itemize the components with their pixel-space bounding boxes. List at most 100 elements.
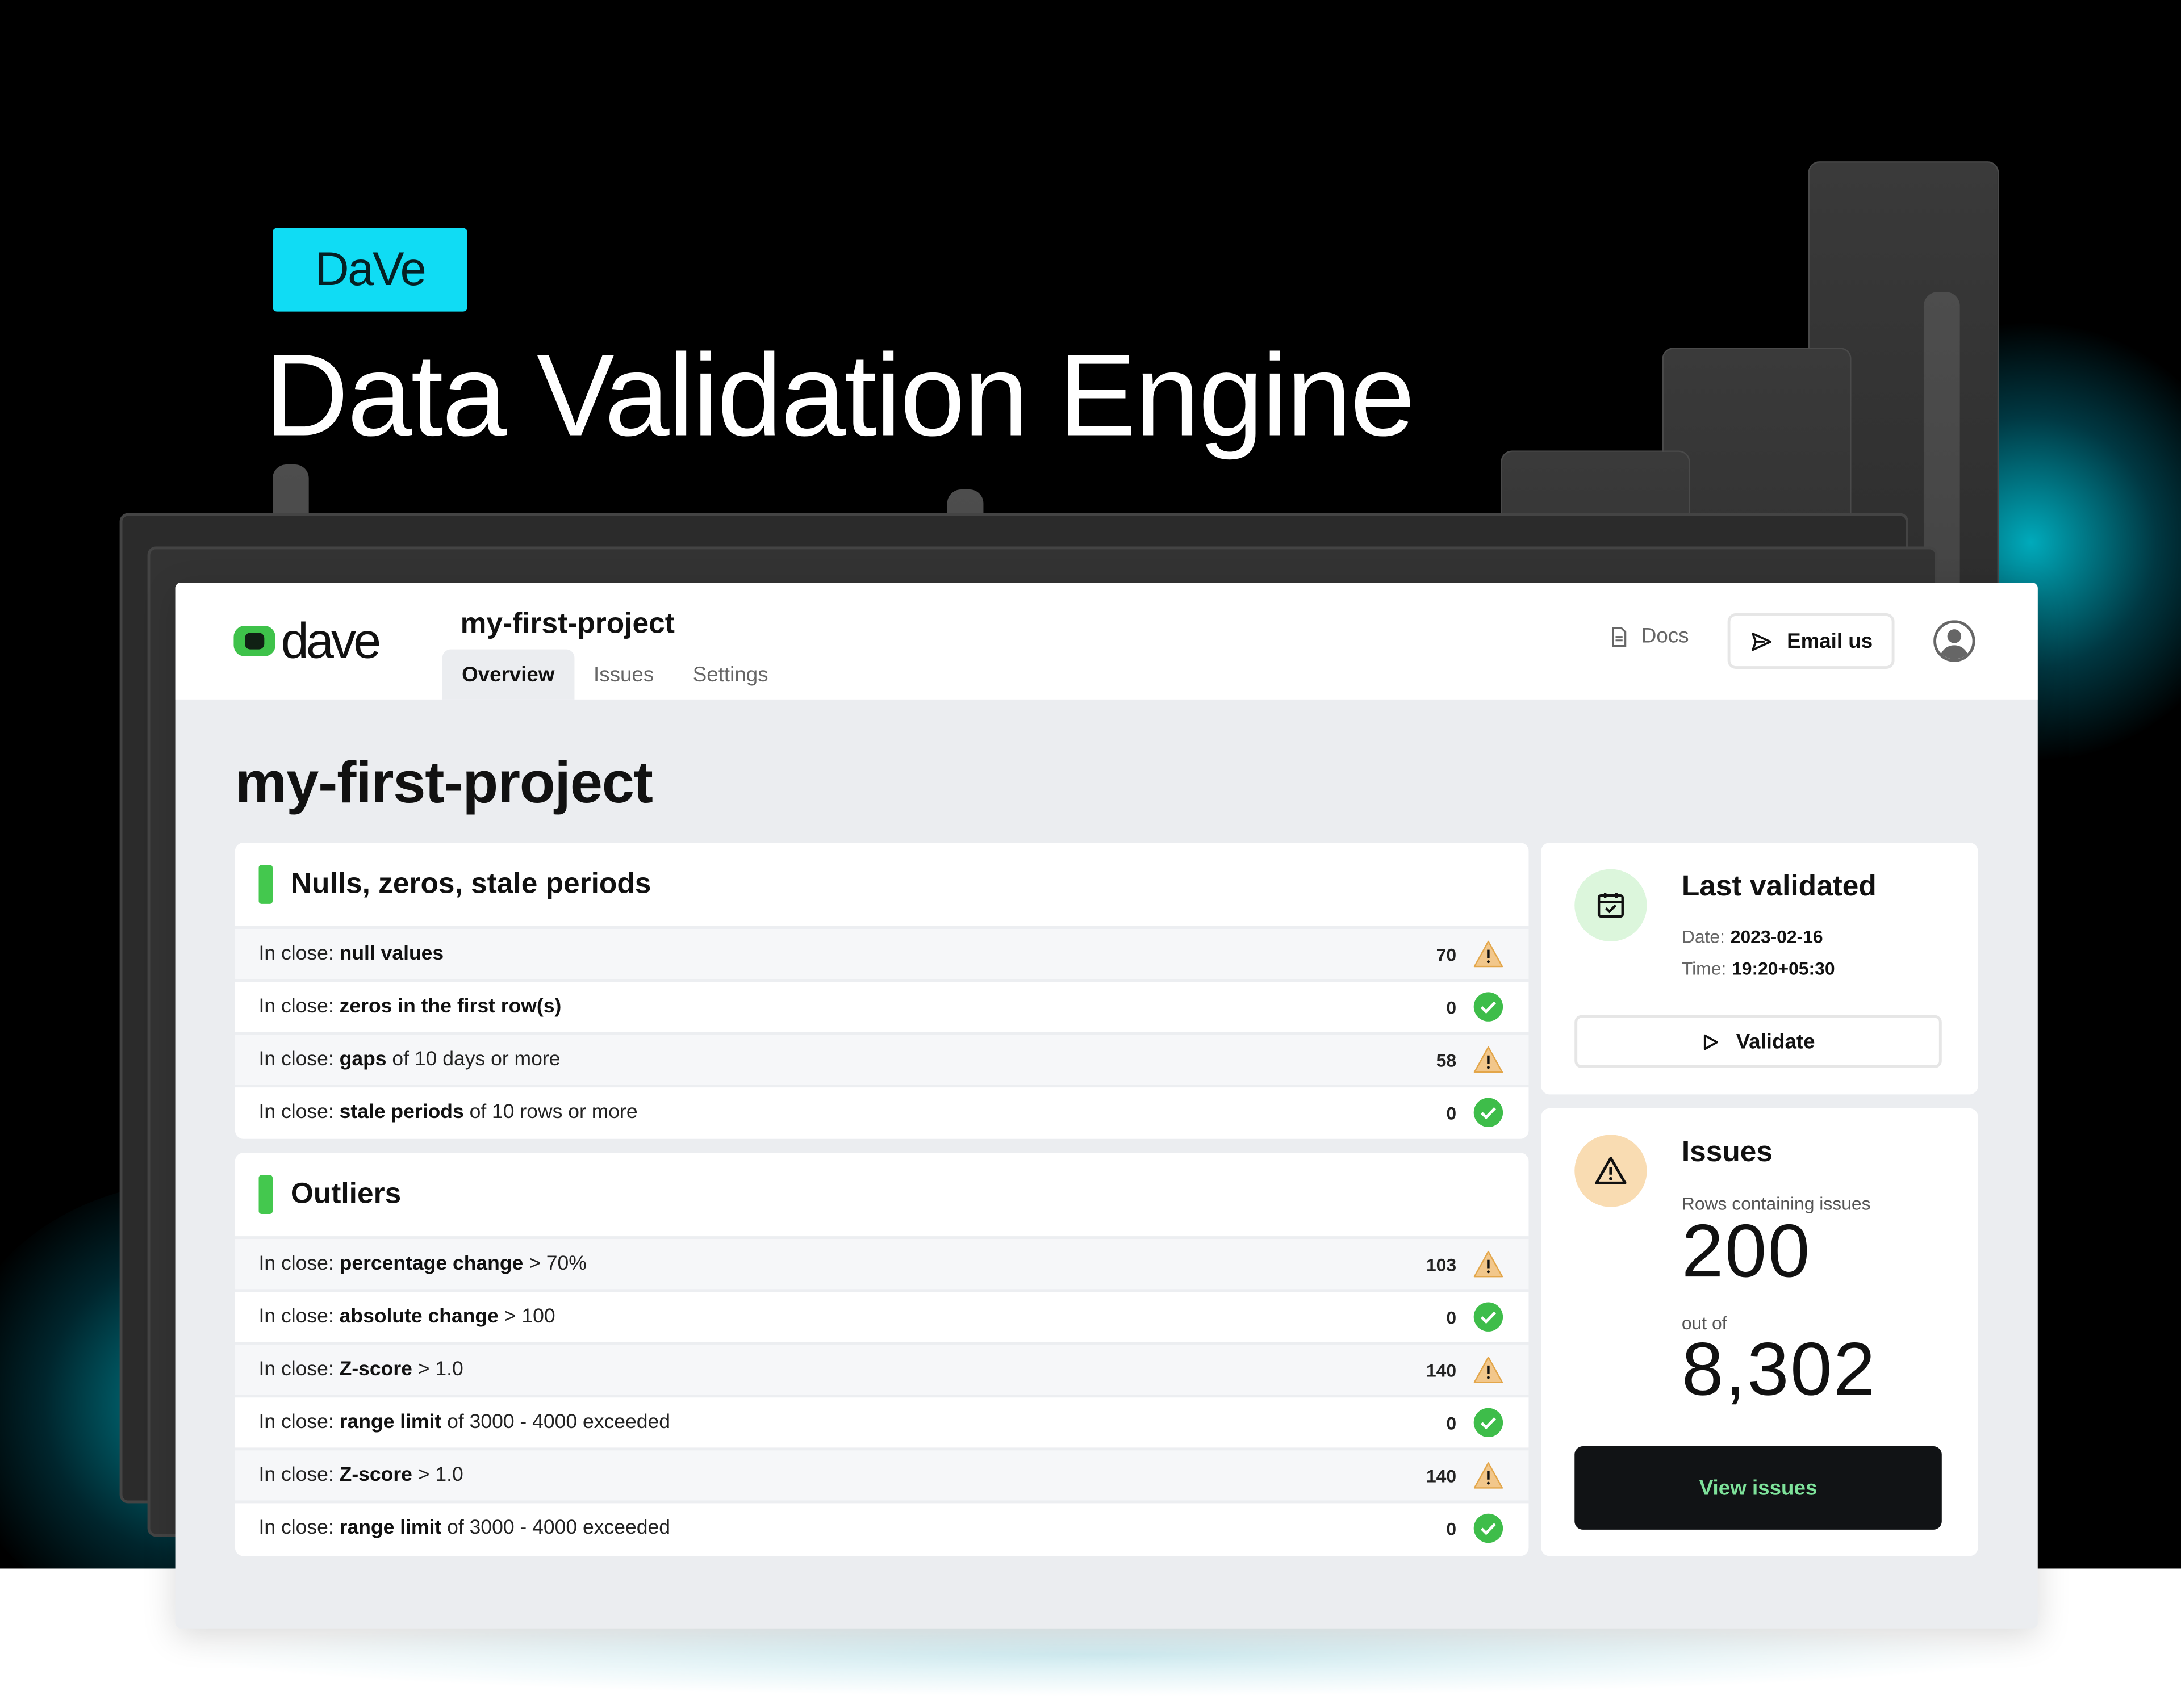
- issues-summary-card: Issues Rows containing issues 200 out of…: [1541, 1108, 1978, 1556]
- validate-button[interactable]: Validate: [1574, 1015, 1942, 1068]
- check-criteria: > 70%: [529, 1253, 587, 1275]
- app-window: dave my-first-project Overview Issues Se…: [175, 583, 2038, 1629]
- time-label: Time:: [1681, 958, 1727, 979]
- view-issues-button[interactable]: View issues: [1574, 1446, 1942, 1530]
- check-description: In close: Z-score > 1.0: [259, 1359, 1426, 1381]
- validated-date: Date: 2023-02-16: [1682, 926, 1823, 947]
- issue-count: 58: [1436, 1049, 1457, 1070]
- card-header: Nulls, zeros, stale periods: [235, 843, 1529, 926]
- validate-label: Validate: [1736, 1029, 1815, 1054]
- email-us-label: Email us: [1787, 629, 1873, 653]
- check-name: stale periods: [339, 1101, 464, 1124]
- send-icon: [1751, 631, 1771, 651]
- section-indicator: [258, 1175, 273, 1214]
- total-rows-count: 8,302: [1681, 1328, 1877, 1412]
- check-criteria: > 1.0: [417, 1358, 463, 1381]
- tab-issues[interactable]: Issues: [574, 650, 674, 700]
- calendar-check-icon: [1574, 869, 1647, 941]
- check-criteria: > 100: [504, 1305, 555, 1328]
- tab-settings[interactable]: Settings: [674, 650, 788, 700]
- check-name: null values: [339, 943, 444, 965]
- check-name: zeros in the first row(s): [339, 995, 562, 1018]
- logo-wordmark: dave: [281, 612, 382, 669]
- check-list: In close: null values 70 In close: zeros …: [235, 926, 1529, 1137]
- robot-logo-icon: [233, 626, 275, 656]
- check-criteria: of 10 rows or more: [469, 1101, 638, 1124]
- warning-triangle-icon: [1595, 1157, 1627, 1184]
- check-row[interactable]: In close: Z-score > 1.0 140: [235, 1447, 1529, 1501]
- check-description: In close: percentage change > 70%: [259, 1253, 1426, 1275]
- check-circle-icon: [1473, 1098, 1503, 1127]
- last-validated-card: Last validated Date: 2023-02-16 Time: 19:2…: [1541, 843, 1978, 1095]
- column-prefix: In close:: [258, 1048, 334, 1071]
- user-avatar-icon[interactable]: [1933, 620, 1975, 662]
- check-circle-icon: [1473, 1302, 1503, 1332]
- check-criteria: of 3000 - 4000 exceeded: [447, 1411, 670, 1434]
- column-prefix: In close:: [258, 1253, 334, 1275]
- email-us-button[interactable]: Email us: [1727, 613, 1895, 669]
- issue-count: 140: [1426, 1465, 1457, 1486]
- warning-icon: [1473, 1462, 1503, 1489]
- check-row[interactable]: In close: zeros in the first row(s) 0: [235, 979, 1529, 1032]
- warning-triangle-icon: [1574, 1135, 1647, 1207]
- check-criteria: of 10 days or more: [392, 1048, 561, 1071]
- check-description: In close: range limit of 3000 - 4000 exc…: [259, 1412, 1447, 1434]
- docs-label: Docs: [1641, 624, 1689, 648]
- warning-icon: [1473, 1356, 1503, 1383]
- issue-count: 0: [1446, 1102, 1457, 1123]
- issue-count: 0: [1446, 1306, 1457, 1328]
- last-validated-title: Last validated: [1681, 870, 1877, 903]
- docs-link[interactable]: Docs: [1608, 625, 1689, 648]
- check-row[interactable]: In close: gaps of 10 days or more 58: [235, 1032, 1529, 1085]
- check-row[interactable]: In close: null values 70: [235, 926, 1529, 979]
- dave-logo[interactable]: dave: [233, 612, 382, 669]
- hero-title: Data Validation Engine: [264, 329, 1415, 461]
- column-prefix: In close:: [258, 1358, 334, 1381]
- column-prefix: In close:: [258, 995, 334, 1018]
- check-row[interactable]: In close: range limit of 3000 - 4000 exc…: [235, 1395, 1529, 1447]
- page-title: my-first-project: [235, 750, 653, 815]
- issue-count: 0: [1446, 1518, 1457, 1539]
- check-circle-icon: [1473, 1513, 1503, 1543]
- issue-count: 103: [1426, 1253, 1457, 1275]
- check-name: range limit: [339, 1517, 442, 1540]
- check-name: Z-score: [339, 1464, 412, 1487]
- column-prefix: In close:: [258, 943, 334, 965]
- warning-icon: [1473, 1250, 1503, 1278]
- check-row[interactable]: In close: stale periods of 10 rows or mo…: [235, 1085, 1529, 1137]
- check-name: percentage change: [339, 1253, 524, 1275]
- document-icon: [1612, 626, 1627, 646]
- issue-count: 70: [1436, 943, 1457, 965]
- check-row[interactable]: In close: absolute change > 100 0: [235, 1289, 1529, 1342]
- check-description: In close: null values: [259, 943, 1436, 965]
- check-description: In close: stale periods of 10 rows or mo…: [259, 1102, 1447, 1124]
- date-label: Date:: [1681, 926, 1725, 947]
- issue-count: 140: [1426, 1359, 1457, 1380]
- issues-title: Issues: [1681, 1136, 1773, 1169]
- project-name: my-first-project: [460, 608, 675, 640]
- warning-icon: [1473, 940, 1503, 968]
- tab-overview[interactable]: Overview: [442, 649, 574, 700]
- issue-count: 0: [1446, 996, 1457, 1018]
- warning-icon: [1473, 1046, 1503, 1073]
- check-list: In close: percentage change > 70% 103 In c…: [235, 1236, 1529, 1553]
- column-prefix: In close:: [258, 1464, 334, 1487]
- check-row[interactable]: In close: percentage change > 70% 103: [235, 1236, 1529, 1290]
- validated-time: Time: 19:20+05:30: [1682, 958, 1835, 979]
- time-value: 19:20+05:30: [1732, 958, 1835, 979]
- check-name: range limit: [339, 1411, 442, 1434]
- issue-count: 0: [1446, 1412, 1457, 1433]
- nulls-zeros-stale-card: Nulls, zeros, stale periods In close: nu…: [235, 843, 1529, 1139]
- check-name: gaps: [339, 1048, 387, 1071]
- rows-with-issues-count: 200: [1681, 1209, 1811, 1293]
- check-name: Z-score: [339, 1358, 412, 1381]
- check-row[interactable]: In close: Z-score > 1.0 140: [235, 1342, 1529, 1395]
- check-row[interactable]: In close: range limit of 3000 - 4000 exc…: [235, 1500, 1529, 1553]
- card-title: Outliers: [290, 1178, 402, 1210]
- check-criteria: of 3000 - 4000 exceeded: [447, 1517, 670, 1540]
- card-header: Outliers: [235, 1153, 1529, 1236]
- check-description: In close: zeros in the first row(s): [259, 995, 1447, 1018]
- column-prefix: In close:: [258, 1517, 334, 1540]
- section-indicator: [258, 865, 273, 904]
- project-tabs: Overview Issues Settings: [442, 649, 788, 700]
